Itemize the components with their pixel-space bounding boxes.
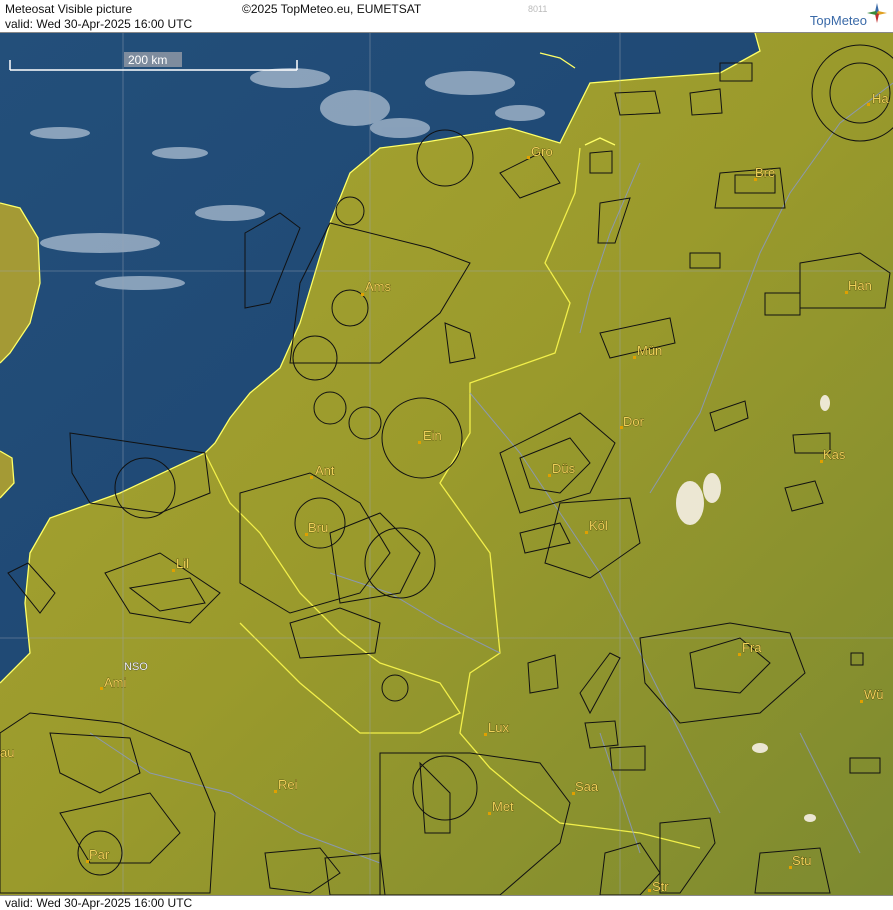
city-marker — [310, 476, 313, 479]
city-kol[interactable]: Köl — [585, 518, 608, 534]
city-stu[interactable]: Stu — [789, 853, 812, 869]
city-bru[interactable]: Bru — [305, 520, 329, 536]
city-marker — [860, 700, 863, 703]
svg-text:Ein: Ein — [423, 428, 442, 443]
svg-text:Wü: Wü — [864, 687, 884, 702]
city-dus[interactable]: Düs — [548, 461, 576, 477]
svg-text:Met: Met — [492, 799, 514, 814]
city-marker — [274, 790, 277, 793]
svg-text:Ami: Ami — [104, 675, 127, 690]
svg-text:Ha: Ha — [872, 91, 889, 106]
svg-text:Stu: Stu — [792, 853, 812, 868]
city-marker — [488, 812, 491, 815]
city-str[interactable]: Str — [648, 879, 670, 894]
city-marker — [100, 687, 103, 690]
city-marker — [361, 293, 364, 296]
city-nso[interactable]: NSO — [124, 661, 149, 674]
city-au[interactable]: au — [0, 745, 15, 761]
svg-text:Dor: Dor — [623, 414, 645, 429]
city-ami[interactable]: Ami — [100, 675, 127, 690]
svg-text:Fra: Fra — [742, 640, 762, 655]
city-kas[interactable]: Kas — [820, 447, 846, 463]
city-marker — [418, 441, 421, 444]
svg-text:Köl: Köl — [589, 518, 608, 533]
city-han[interactable]: Han — [845, 278, 872, 294]
valid-time-bottom: valid: Wed 30-Apr-2025 16:00 UTC — [5, 896, 193, 910]
svg-text:Ant: Ant — [315, 463, 335, 478]
svg-text:Str: Str — [652, 879, 669, 894]
compass-logo-icon — [867, 3, 887, 23]
svg-text:Bre: Bre — [755, 165, 775, 180]
svg-text:Rei: Rei — [278, 777, 298, 792]
city-marker — [172, 569, 175, 572]
city-par[interactable]: Par — [86, 847, 110, 863]
city-dor[interactable]: Dor — [620, 414, 645, 429]
svg-text:au: au — [0, 745, 14, 760]
city-marker — [633, 356, 636, 359]
svg-text:Mün: Mün — [637, 343, 662, 358]
valid-time-top: valid: Wed 30-Apr-2025 16:00 UTC — [5, 17, 193, 31]
product-title: Meteosat Visible picture — [5, 2, 133, 16]
city-saa[interactable]: Saa — [572, 779, 599, 795]
city-mun[interactable]: Mün — [633, 343, 663, 359]
city-ams[interactable]: Ams — [361, 279, 392, 296]
city-marker — [585, 531, 588, 534]
svg-text:Par: Par — [89, 847, 110, 862]
svg-text:Kas: Kas — [823, 447, 846, 462]
city-marker — [867, 103, 870, 106]
svg-text:Bru: Bru — [308, 520, 328, 535]
satellite-map[interactable]: 200 km Gro Bre Ha Han Ams Mün Dor Kas Ei… — [0, 33, 893, 895]
svg-text:NSO: NSO — [124, 661, 148, 673]
svg-text:Gro: Gro — [531, 144, 553, 159]
city-marker — [527, 156, 530, 159]
city-gro[interactable]: Gro — [527, 144, 553, 159]
city-marker — [738, 653, 741, 656]
svg-text:Düs: Düs — [552, 461, 576, 476]
image-code: 8011 — [528, 4, 548, 14]
svg-text:Ams: Ams — [365, 279, 392, 294]
city-marker — [548, 474, 551, 477]
svg-text:Lil: Lil — [176, 556, 189, 571]
city-rei[interactable]: Rei — [274, 777, 298, 793]
svg-text:Lux: Lux — [488, 720, 509, 735]
copyright-notice: ©2025 TopMeteo.eu, EUMETSAT — [242, 2, 422, 16]
svg-text:Han: Han — [848, 278, 872, 293]
city-lux[interactable]: Lux — [484, 720, 510, 736]
city-marker — [648, 889, 651, 892]
brand-name[interactable]: TopMeteo — [810, 13, 867, 28]
header-bar: Meteosat Visible picture valid: Wed 30-A… — [0, 0, 893, 33]
svg-text:Saa: Saa — [575, 779, 599, 794]
footer-bar: valid: Wed 30-Apr-2025 16:00 UTC — [0, 895, 893, 910]
city-wu[interactable]: Wü — [860, 687, 884, 703]
city-fra[interactable]: Fra — [738, 640, 763, 656]
city-marker — [484, 733, 487, 736]
scale-bar-label: 200 km — [128, 53, 167, 67]
city-bre[interactable]: Bre — [754, 165, 776, 181]
city-met[interactable]: Met — [488, 799, 514, 815]
